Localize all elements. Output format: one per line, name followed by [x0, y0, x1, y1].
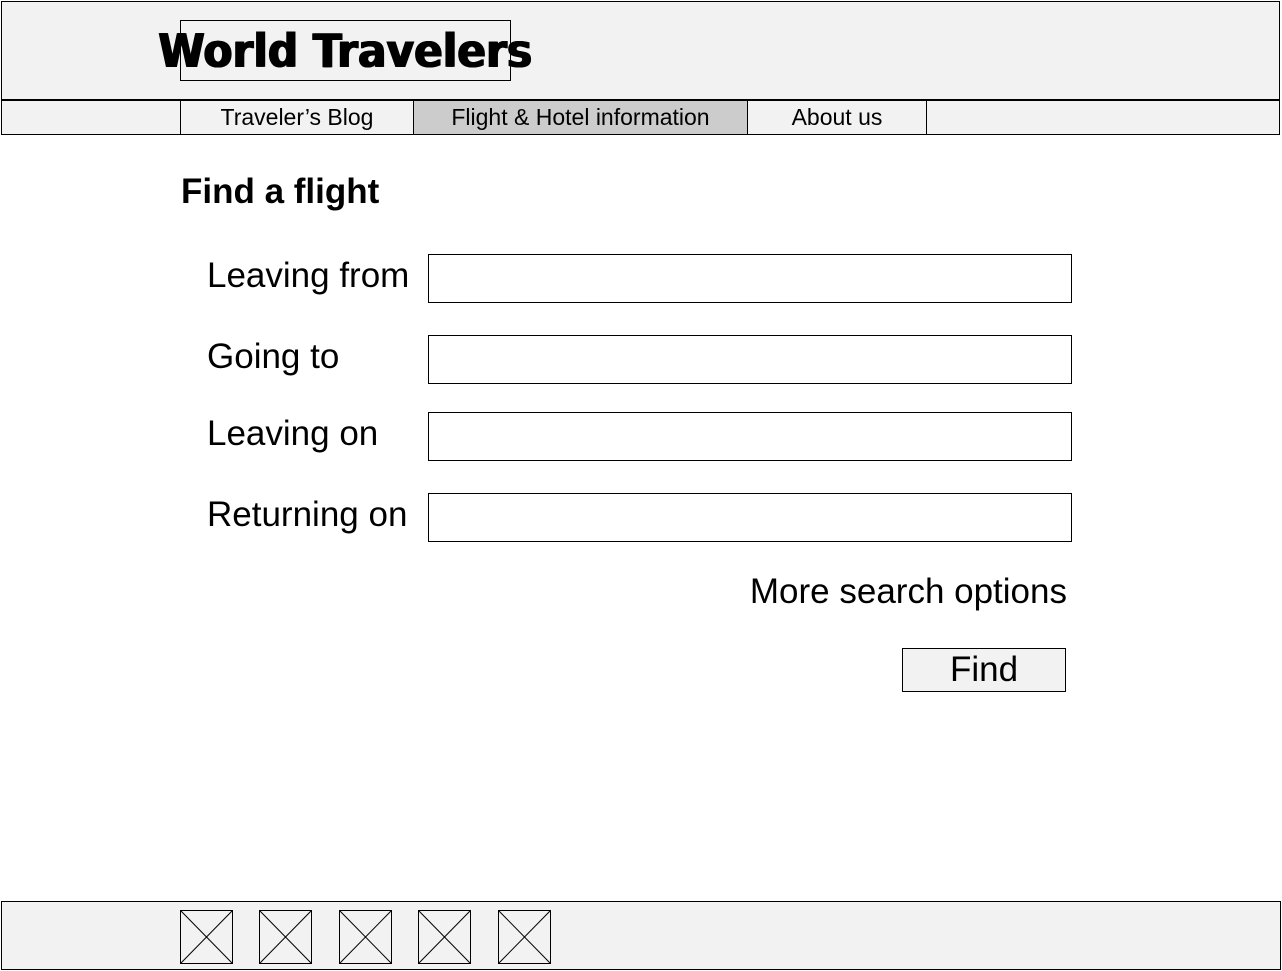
tab-label: About us	[791, 104, 883, 130]
tab-label: Traveler’s Blog	[220, 104, 374, 130]
leaving-from-input[interactable]	[428, 254, 1072, 303]
tab-travelers-blog[interactable]: Traveler’s Blog	[180, 100, 414, 135]
image-placeholder-icon[interactable]	[339, 910, 392, 964]
tab-about-us[interactable]: About us	[747, 100, 927, 135]
returning-on-input[interactable]	[428, 493, 1072, 542]
site-logo[interactable]: World Travelers	[159, 20, 532, 81]
leaving-on-label: Leaving on	[207, 414, 379, 453]
leaving-on-input[interactable]	[428, 412, 1072, 461]
going-to-label: Going to	[207, 337, 340, 376]
find-button[interactable]: Find	[902, 648, 1066, 692]
image-placeholder-icon[interactable]	[498, 910, 551, 964]
image-placeholder-icon[interactable]	[418, 910, 471, 964]
page-title: Find a flight	[181, 172, 380, 211]
image-placeholder-icon[interactable]	[180, 910, 233, 964]
returning-on-label: Returning on	[207, 495, 408, 534]
leaving-from-label: Leaving from	[207, 256, 410, 295]
image-placeholder-icon[interactable]	[259, 910, 312, 964]
tab-label: Flight & Hotel information	[451, 104, 710, 130]
logo-text: World Travelers	[158, 23, 533, 78]
more-search-options-link[interactable]: More search options	[750, 572, 1067, 612]
going-to-input[interactable]	[428, 335, 1072, 384]
tab-flight-hotel-information[interactable]: Flight & Hotel information	[413, 100, 748, 135]
